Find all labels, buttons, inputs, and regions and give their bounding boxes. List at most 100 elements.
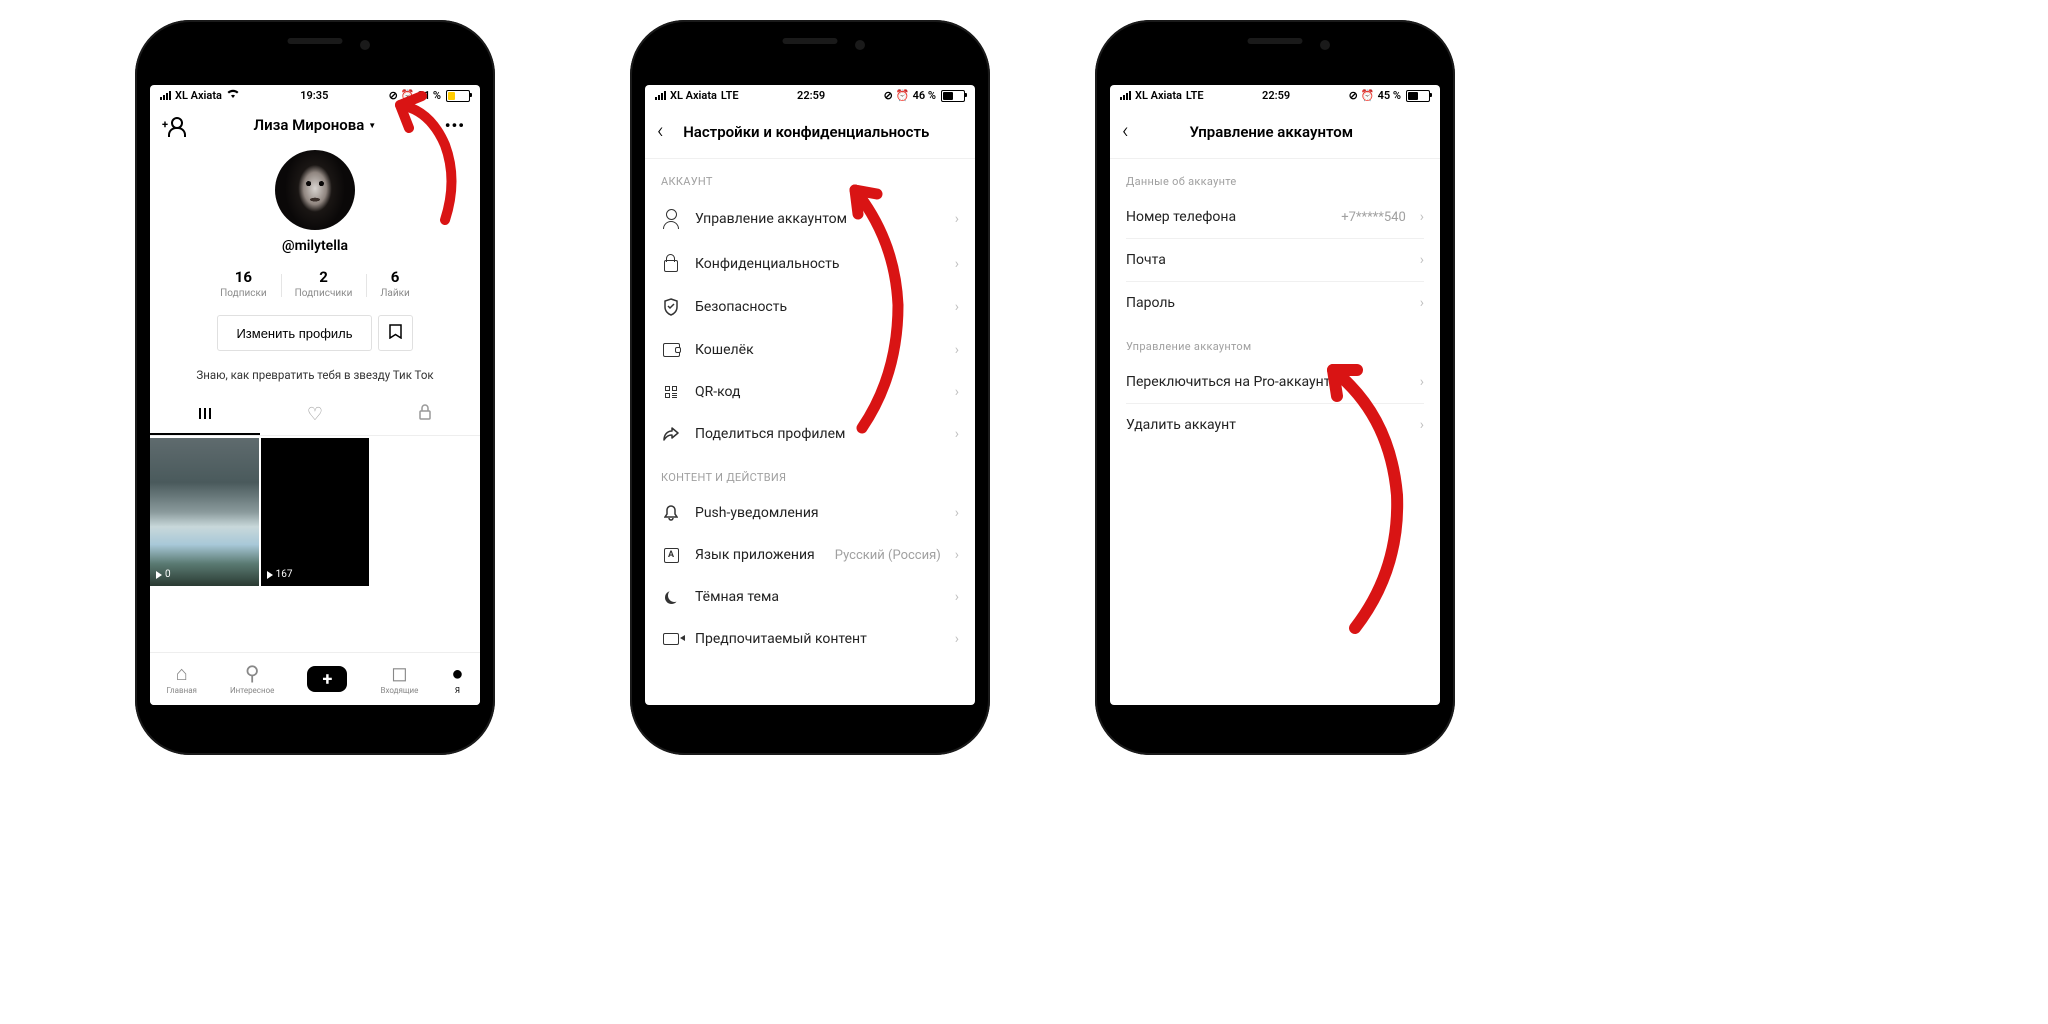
battery-text: 45 % <box>1378 89 1401 102</box>
share-icon <box>661 427 681 441</box>
signal-icon <box>1120 91 1131 100</box>
more-menu-button[interactable]: ••• <box>445 116 465 135</box>
row-label: Безопасность <box>695 299 941 315</box>
chevron-right-icon: › <box>955 384 959 400</box>
row-qr[interactable]: QR-код› <box>645 371 975 413</box>
followers-count: 2 <box>295 268 353 286</box>
row-language[interactable]: AЯзык приложенияРусский (Россия)› <box>645 534 975 576</box>
row-label: Удалить аккаунт <box>1126 417 1406 433</box>
home-icon: ⌂ <box>176 663 188 683</box>
section-content: КОНТЕНТ И ДЕЙСТВИЯ <box>645 455 975 492</box>
moon-icon <box>661 591 681 604</box>
edit-profile-button[interactable]: Изменить профиль <box>217 315 371 351</box>
row-label: Управление аккаунтом <box>695 211 941 227</box>
carrier-label: XL Axiata <box>175 89 222 102</box>
settings-header: ‹ Управление аккаунтом <box>1110 105 1440 159</box>
nav-inbox[interactable]: ◻ Входящие <box>380 663 418 695</box>
nav-inbox-label: Входящие <box>380 686 418 695</box>
chevron-right-icon: › <box>955 547 959 563</box>
phone-profile: XL Axiata 19:35 ⊘ ⏰ 31 % + Лиза Миронова… <box>135 20 495 755</box>
phone-manage-account: XL Axiata LTE 22:59 ⊘ ⏰ 45 % ‹ Управлени… <box>1095 20 1455 755</box>
stat-likes[interactable]: 6 Лайки <box>366 268 423 299</box>
heart-icon <box>307 405 323 424</box>
row-label: Язык приложения <box>695 547 821 563</box>
inbox-icon: ◻ <box>391 663 408 683</box>
row-password[interactable]: Пароль› <box>1110 282 1440 324</box>
row-manage-account[interactable]: Управление аккаунтом › <box>645 196 975 242</box>
shield-icon <box>661 298 681 316</box>
video-icon <box>661 633 681 645</box>
video-placeholder <box>371 438 480 586</box>
settings-title: Настройки и конфиденциальность <box>672 123 941 141</box>
row-push-notifications[interactable]: Push-уведомления› <box>645 492 975 534</box>
chevron-right-icon: › <box>955 342 959 358</box>
stat-following[interactable]: 16 Подписки <box>206 268 280 299</box>
video-thumbnail[interactable]: 167 <box>261 438 370 586</box>
row-label: Номер телефона <box>1126 209 1327 225</box>
row-label: Предпочитаемый контент <box>695 631 941 647</box>
chevron-right-icon: › <box>1420 295 1424 311</box>
row-privacy[interactable]: Конфиденциальность› <box>645 242 975 285</box>
language-icon: A <box>661 548 681 563</box>
lock-icon <box>661 255 681 272</box>
person-icon <box>661 209 681 229</box>
tab-private[interactable] <box>370 394 480 435</box>
rotation-lock-icon: ⊘ <box>389 89 398 102</box>
play-icon <box>156 571 162 579</box>
row-switch-pro[interactable]: Переключиться на Pro-аккаунт› <box>1110 361 1440 403</box>
status-bar: XL Axiata LTE 22:59 ⊘ ⏰ 45 % <box>1110 85 1440 105</box>
settings-title: Управление аккаунтом <box>1137 123 1406 141</box>
row-security[interactable]: Безопасность› <box>645 285 975 329</box>
status-time: 22:59 <box>1262 89 1290 102</box>
chevron-right-icon: › <box>955 631 959 647</box>
row-email[interactable]: Почта› <box>1110 239 1440 281</box>
nav-create-button[interactable]: + <box>307 666 347 692</box>
row-share-profile[interactable]: Поделиться профилем› <box>645 413 975 455</box>
qr-icon <box>661 386 681 398</box>
nav-discover[interactable]: ⚲Интересное <box>230 663 274 695</box>
wallet-icon <box>661 343 681 357</box>
battery-text: 46 % <box>913 89 936 102</box>
profile-header: + Лиза Миронова ▼ ••• <box>150 105 480 145</box>
profile-name-dropdown[interactable]: Лиза Миронова ▼ <box>254 116 377 134</box>
chevron-right-icon: › <box>955 211 959 227</box>
back-button[interactable]: ‹ <box>657 119 672 144</box>
caret-down-icon: ▼ <box>368 121 376 130</box>
profile-action-row: Изменить профиль <box>150 315 480 351</box>
profile-tabs <box>150 394 480 436</box>
stat-followers[interactable]: 2 Подписчики <box>281 268 367 299</box>
section-account: АККАУНТ <box>645 159 975 196</box>
row-delete-account[interactable]: Удалить аккаунт› <box>1110 404 1440 446</box>
row-preferred-content[interactable]: Предпочитаемый контент › <box>645 618 975 660</box>
likes-count: 6 <box>380 268 409 286</box>
row-wallet[interactable]: Кошелёк › <box>645 329 975 371</box>
add-friends-icon[interactable]: + <box>165 115 185 135</box>
network-label: LTE <box>721 89 739 102</box>
chevron-right-icon: › <box>955 256 959 272</box>
row-dark-theme[interactable]: Тёмная тема › <box>645 576 975 618</box>
chevron-right-icon: › <box>1420 209 1424 225</box>
status-time: 19:35 <box>300 89 328 102</box>
search-icon: ⚲ <box>245 663 260 683</box>
nav-home-label: Главная <box>167 686 197 695</box>
video-thumbnail[interactable]: 0 <box>150 438 259 586</box>
alarm-icon: ⏰ <box>401 89 415 102</box>
tab-liked[interactable] <box>260 394 370 435</box>
row-label: Кошелёк <box>695 342 941 358</box>
avatar[interactable] <box>275 150 355 230</box>
chevron-right-icon: › <box>955 589 959 605</box>
carrier-label: XL Axiata <box>670 89 717 102</box>
row-phone-number[interactable]: Номер телефона+7*****540› <box>1110 196 1440 238</box>
nav-home[interactable]: ⌂ Главная <box>167 663 197 695</box>
screen-2: XL Axiata LTE 22:59 ⊘ ⏰ 46 % ‹ Настройки… <box>645 85 975 705</box>
nav-me[interactable]: ●Я <box>451 663 463 695</box>
tab-posts[interactable] <box>150 394 260 435</box>
bookmark-button[interactable] <box>378 315 413 351</box>
row-label: Тёмная тема <box>695 589 941 605</box>
phone-settings: XL Axiata LTE 22:59 ⊘ ⏰ 46 % ‹ Настройки… <box>630 20 990 755</box>
chevron-right-icon: › <box>1420 374 1424 390</box>
battery-icon <box>446 90 470 102</box>
row-label: Поделиться профилем <box>695 426 941 442</box>
back-button[interactable]: ‹ <box>1122 119 1137 144</box>
status-bar: XL Axiata 19:35 ⊘ ⏰ 31 % <box>150 85 480 105</box>
